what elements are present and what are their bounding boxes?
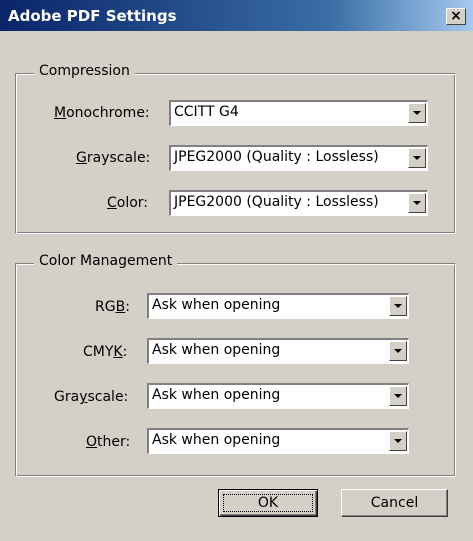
rgb-label: RGB: [95,299,130,315]
color-management-grayscale-select-value: Ask when opening [152,387,281,403]
rgb-select-value: Ask when opening [152,297,281,313]
cmyk-select[interactable]: Ask when opening [147,338,409,364]
close-icon[interactable]: × [446,8,466,25]
rgb-select[interactable]: Ask when opening [147,293,409,319]
adobe-pdf-settings-dialog: Adobe PDF Settings × Compression Monochr… [0,0,473,541]
chevron-down-icon[interactable] [408,148,426,168]
compression-grayscale-select[interactable]: JPEG2000 (Quality : Lossless) [169,145,428,171]
chevron-down-icon[interactable] [408,103,426,123]
color-management-grayscale-label: Grayscale: [54,389,129,405]
ok-button-label: OK [257,495,279,511]
compression-grayscale-select-value: JPEG2000 (Quality : Lossless) [174,149,379,165]
cancel-button-label: Cancel [370,495,419,511]
cancel-button[interactable]: Cancel [341,489,448,517]
chevron-down-icon[interactable] [389,431,407,451]
compression-color-label: Color: [107,195,149,211]
compression-color-select-value: JPEG2000 (Quality : Lossless) [174,194,379,210]
ok-button[interactable]: OK [218,489,318,517]
title-bar[interactable]: Adobe PDF Settings × [0,0,473,31]
color-management-grayscale-select[interactable]: Ask when opening [147,383,409,409]
compression-grayscale-label: Grayscale: [76,150,151,166]
monochrome-select-value: CCITT G4 [174,104,239,120]
window-title: Adobe PDF Settings [8,7,177,25]
color-management-group-label: Color Management [34,253,178,269]
monochrome-select[interactable]: CCITT G4 [169,100,428,126]
chevron-down-icon[interactable] [389,296,407,316]
compression-group-label: Compression [34,63,135,79]
chevron-down-icon[interactable] [408,193,426,213]
cmyk-label: CMYK: [83,344,128,360]
other-select[interactable]: Ask when opening [147,428,409,454]
chevron-down-icon[interactable] [389,341,407,361]
monochrome-label: Monochrome: [54,105,150,121]
cmyk-select-value: Ask when opening [152,342,281,358]
other-label: Other: [86,434,131,450]
other-select-value: Ask when opening [152,432,281,448]
chevron-down-icon[interactable] [389,386,407,406]
compression-color-select[interactable]: JPEG2000 (Quality : Lossless) [169,190,428,216]
